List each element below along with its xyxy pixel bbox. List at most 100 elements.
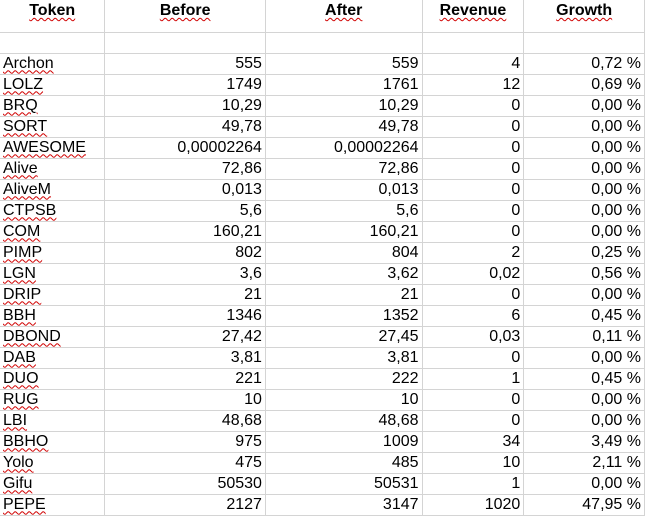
token-cell[interactable]: DAB	[0, 347, 106, 369]
growth-cell[interactable]: 0,45 %	[523, 305, 645, 327]
revenue-cell[interactable]: 6	[422, 305, 525, 327]
growth-cell[interactable]: 0,00 %	[523, 137, 645, 159]
growth-cell[interactable]: 47,95 %	[523, 494, 645, 516]
after-cell[interactable]: 0,013	[265, 179, 423, 201]
token-cell[interactable]: BBH	[0, 305, 106, 327]
token-cell[interactable]: PEPE	[0, 494, 106, 516]
empty-cell[interactable]	[422, 32, 525, 54]
token-cell[interactable]: BRQ	[0, 95, 106, 117]
revenue-cell[interactable]: 0	[422, 95, 525, 117]
token-cell[interactable]: Gifu	[0, 473, 106, 495]
growth-cell[interactable]: 0,00 %	[523, 284, 645, 306]
growth-cell[interactable]: 0,45 %	[523, 368, 645, 390]
after-cell[interactable]: 160,21	[265, 221, 423, 243]
growth-cell[interactable]: 0,00 %	[523, 158, 645, 180]
growth-cell[interactable]: 0,25 %	[523, 242, 645, 264]
after-cell[interactable]: 72,86	[265, 158, 423, 180]
token-cell[interactable]: AWESOME	[0, 137, 106, 159]
growth-cell[interactable]: 3,49 %	[523, 431, 645, 453]
header-token[interactable]: Token	[0, 0, 106, 33]
revenue-cell[interactable]: 0	[422, 347, 525, 369]
header-before[interactable]: Before	[104, 0, 266, 33]
after-cell[interactable]: 48,68	[265, 410, 423, 432]
growth-cell[interactable]: 0,56 %	[523, 263, 645, 285]
header-growth[interactable]: Growth	[523, 0, 645, 33]
after-cell[interactable]: 50531	[265, 473, 423, 495]
before-cell[interactable]: 1346	[104, 305, 266, 327]
growth-cell[interactable]: 0,72 %	[523, 53, 645, 75]
after-cell[interactable]: 1761	[265, 74, 423, 96]
before-cell[interactable]: 27,42	[104, 326, 266, 348]
after-cell[interactable]: 3147	[265, 494, 423, 516]
growth-cell[interactable]: 0,00 %	[523, 179, 645, 201]
before-cell[interactable]: 50530	[104, 473, 266, 495]
before-cell[interactable]: 475	[104, 452, 266, 474]
token-cell[interactable]: Alive	[0, 158, 106, 180]
revenue-cell[interactable]: 0	[422, 200, 525, 222]
after-cell[interactable]: 222	[265, 368, 423, 390]
after-cell[interactable]: 485	[265, 452, 423, 474]
header-revenue[interactable]: Revenue	[422, 0, 525, 33]
before-cell[interactable]: 0,00002264	[104, 137, 266, 159]
growth-cell[interactable]: 0,00 %	[523, 221, 645, 243]
before-cell[interactable]: 2127	[104, 494, 266, 516]
revenue-cell[interactable]: 0	[422, 389, 525, 411]
growth-cell[interactable]: 0,00 %	[523, 95, 645, 117]
empty-cell[interactable]	[104, 32, 266, 54]
after-cell[interactable]: 10,29	[265, 95, 423, 117]
token-cell[interactable]: Archon	[0, 53, 106, 75]
after-cell[interactable]: 10	[265, 389, 423, 411]
after-cell[interactable]: 27,45	[265, 326, 423, 348]
token-cell[interactable]: LOLZ	[0, 74, 106, 96]
token-cell[interactable]: SORT	[0, 116, 106, 138]
revenue-cell[interactable]: 0,02	[422, 263, 525, 285]
growth-cell[interactable]: 0,69 %	[523, 74, 645, 96]
revenue-cell[interactable]: 1020	[422, 494, 525, 516]
revenue-cell[interactable]: 1	[422, 473, 525, 495]
after-cell[interactable]: 21	[265, 284, 423, 306]
before-cell[interactable]: 48,68	[104, 410, 266, 432]
before-cell[interactable]: 975	[104, 431, 266, 453]
token-cell[interactable]: PIMP	[0, 242, 106, 264]
growth-cell[interactable]: 0,00 %	[523, 410, 645, 432]
after-cell[interactable]: 804	[265, 242, 423, 264]
revenue-cell[interactable]: 0	[422, 116, 525, 138]
empty-cell[interactable]	[523, 32, 645, 54]
growth-cell[interactable]: 0,11 %	[523, 326, 645, 348]
revenue-cell[interactable]: 2	[422, 242, 525, 264]
before-cell[interactable]: 3,6	[104, 263, 266, 285]
revenue-cell[interactable]: 0,03	[422, 326, 525, 348]
header-after[interactable]: After	[265, 0, 423, 33]
before-cell[interactable]: 21	[104, 284, 266, 306]
before-cell[interactable]: 72,86	[104, 158, 266, 180]
token-cell[interactable]: LBI	[0, 410, 106, 432]
after-cell[interactable]: 49,78	[265, 116, 423, 138]
revenue-cell[interactable]: 0	[422, 179, 525, 201]
after-cell[interactable]: 559	[265, 53, 423, 75]
growth-cell[interactable]: 0,00 %	[523, 389, 645, 411]
growth-cell[interactable]: 0,00 %	[523, 116, 645, 138]
before-cell[interactable]: 221	[104, 368, 266, 390]
revenue-cell[interactable]: 12	[422, 74, 525, 96]
before-cell[interactable]: 160,21	[104, 221, 266, 243]
token-cell[interactable]: LGN	[0, 263, 106, 285]
before-cell[interactable]: 555	[104, 53, 266, 75]
after-cell[interactable]: 5,6	[265, 200, 423, 222]
token-cell[interactable]: RUG	[0, 389, 106, 411]
empty-cell[interactable]	[0, 32, 106, 54]
growth-cell[interactable]: 0,00 %	[523, 347, 645, 369]
before-cell[interactable]: 1749	[104, 74, 266, 96]
after-cell[interactable]: 1009	[265, 431, 423, 453]
token-cell[interactable]: DRIP	[0, 284, 106, 306]
revenue-cell[interactable]: 34	[422, 431, 525, 453]
token-cell[interactable]: Yolo	[0, 452, 106, 474]
growth-cell[interactable]: 0,00 %	[523, 473, 645, 495]
revenue-cell[interactable]: 4	[422, 53, 525, 75]
after-cell[interactable]: 3,81	[265, 347, 423, 369]
growth-cell[interactable]: 0,00 %	[523, 200, 645, 222]
token-cell[interactable]: CTPSB	[0, 200, 106, 222]
revenue-cell[interactable]: 0	[422, 284, 525, 306]
after-cell[interactable]: 0,00002264	[265, 137, 423, 159]
token-cell[interactable]: BBHO	[0, 431, 106, 453]
before-cell[interactable]: 802	[104, 242, 266, 264]
